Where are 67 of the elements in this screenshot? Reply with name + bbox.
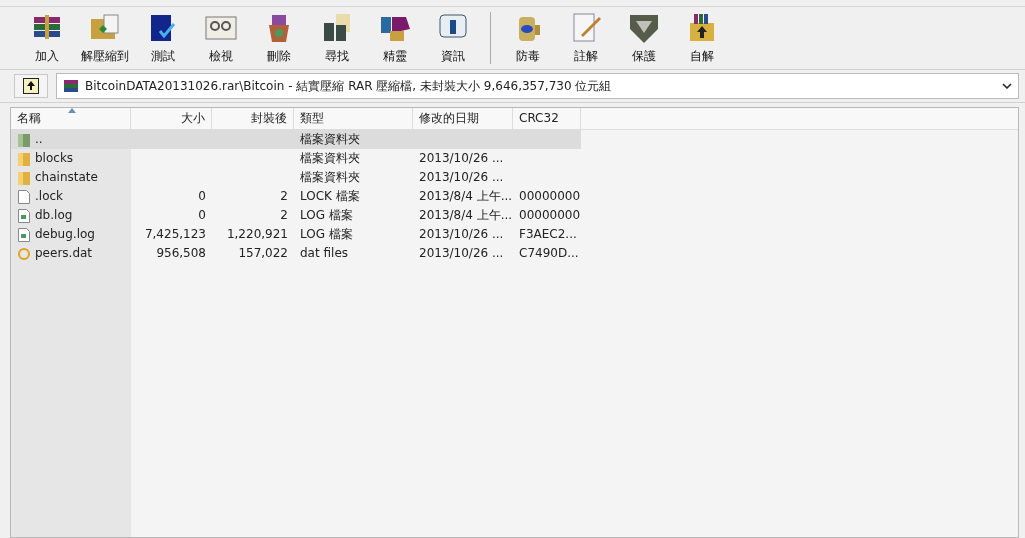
table-cell-text: C7490D... — [519, 245, 579, 262]
sort-arrow-icon — [68, 108, 76, 113]
toolbar-button[interactable]: 解壓縮到 — [78, 9, 132, 67]
file-row[interactable]: peers.dat 956,508 157,022 dat files 2013/10/26 ... C7490D... — [11, 244, 581, 263]
file-name: db.log — [35, 207, 73, 224]
table-cell-text: LOCK 檔案 — [300, 188, 360, 205]
file-row[interactable]: .. 檔案資料夾 — [11, 130, 581, 149]
toolbar-button[interactable]: 測試 — [136, 9, 190, 67]
file-name: chainstate — [35, 169, 98, 186]
table-cell-text: 157,022 — [238, 245, 288, 262]
table-cell-text: 檔案資料夾 — [300, 131, 360, 148]
up-button[interactable] — [14, 74, 48, 98]
file-name: blocks — [35, 150, 74, 167]
table-cell-text: 7,425,123 — [144, 226, 206, 243]
file-row[interactable]: chainstate 檔案資料夾 2013/10/26 ... — [11, 168, 581, 187]
file-name: .. — [35, 131, 43, 148]
table-cell-text: 2013/10/26 ... — [419, 245, 504, 262]
table-cell-text: 00000000 — [519, 188, 581, 205]
toolbar-button[interactable]: 註解 — [559, 9, 613, 67]
file-name: peers.dat — [35, 245, 93, 262]
toolbar-button[interactable]: 防毒 — [501, 9, 555, 67]
file-name: debug.log — [35, 226, 95, 243]
table-cell-text: LOG 檔案 — [300, 207, 353, 224]
table-cell-text: 2013/10/26 ... — [419, 226, 504, 243]
table-cell-text: 檔案資料夾 — [300, 150, 360, 167]
table-cell-text: 2013/8/4 上午... — [419, 207, 513, 224]
file-name: .lock — [35, 188, 64, 205]
file-row[interactable]: blocks 檔案資料夾 2013/10/26 ... — [11, 149, 581, 168]
log-file-icon — [17, 207, 31, 224]
file-row[interactable]: .lock 0 2 LOCK 檔案 2013/8/4 上午... 00000000 — [11, 187, 581, 206]
table-cell-text: 1,220,921 — [226, 226, 288, 243]
folder-icon — [17, 131, 31, 148]
table-cell-text: LOG 檔案 — [300, 226, 353, 243]
toolbar-button[interactable]: 自解 — [675, 9, 729, 67]
table-cell-text: 00000000 — [519, 207, 581, 224]
path-dropdown[interactable]: BitcoinDATA20131026.rar\Bitcoin - 結實壓縮 RAR 壓縮檔, 未封裝大小 9,646,357,730 位元組 — [56, 73, 1019, 99]
toolbar-button[interactable]: 加入 — [20, 9, 74, 67]
toolbar-button[interactable]: 資訊 — [426, 9, 480, 67]
toolbar-button[interactable]: 精靈 — [368, 9, 422, 67]
ring-icon — [17, 245, 31, 262]
column-header[interactable]: 大小 — [131, 108, 212, 129]
file-row[interactable]: debug.log 7,425,123 1,220,921 LOG 檔案 2013/10/26 ... F3AEC2... — [11, 225, 581, 244]
table-cell-text: 956,508 — [156, 245, 206, 262]
column-header[interactable]: 封裝後 — [212, 108, 294, 129]
log-file-icon — [17, 226, 31, 243]
toolbar-button[interactable]: 檢視 — [194, 9, 248, 67]
table-cell-text: 2013/10/26 ... — [419, 169, 504, 186]
path-text: BitcoinDATA20131026.rar\Bitcoin - 結實壓縮 RAR 壓縮檔, 未封裝大小 9,646,357,730 位元組 — [85, 77, 613, 95]
table-cell-text: 2 — [280, 207, 288, 224]
table-cell-text: dat files — [300, 245, 349, 262]
table-cell-text: 2013/10/26 ... — [419, 150, 504, 167]
toolbar-button[interactable]: 刪除 — [252, 9, 306, 67]
toolbar-button[interactable]: 保護 — [617, 9, 671, 67]
table-cell-text: F3AEC2... — [519, 226, 577, 243]
caret-icon — [1002, 83, 1012, 89]
table-cell-text: 檔案資料夾 — [300, 169, 360, 186]
table-cell-text: 2013/8/4 上午... — [419, 188, 513, 205]
column-header[interactable]: 類型 — [294, 108, 413, 129]
column-header[interactable]: 修改的日期 — [413, 108, 513, 129]
file-icon — [17, 188, 31, 205]
table-cell-text: 2 — [280, 188, 288, 205]
toolbar-button[interactable]: 尋找 — [310, 9, 364, 67]
file-row[interactable]: db.log 0 2 LOG 檔案 2013/8/4 上午... 00000000 — [11, 206, 581, 225]
column-header[interactable]: CRC32 — [513, 108, 581, 129]
table-cell-text: 0 — [198, 207, 206, 224]
archive-icon — [63, 78, 79, 94]
table-cell-text: 0 — [198, 188, 206, 205]
